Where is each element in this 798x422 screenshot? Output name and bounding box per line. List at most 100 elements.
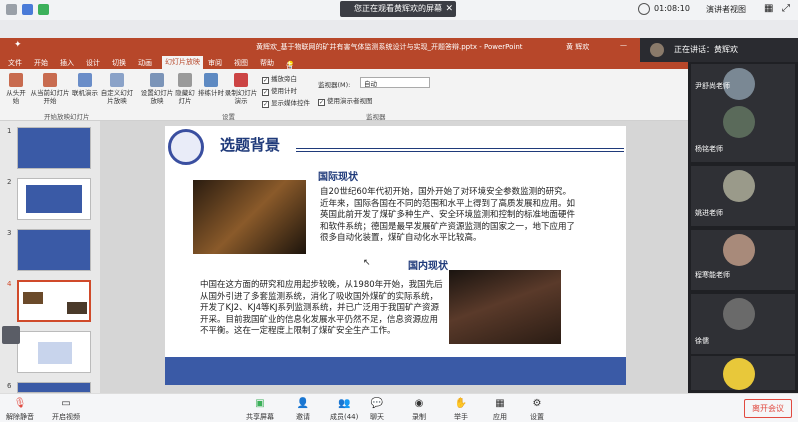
tab-review[interactable]: 审阅 bbox=[208, 58, 222, 68]
video-label: 开启视频 bbox=[52, 413, 80, 421]
close-icon[interactable]: ✕ bbox=[445, 1, 453, 17]
play-current-icon bbox=[43, 73, 57, 87]
info-icon[interactable] bbox=[6, 4, 17, 15]
online-present-button[interactable]: 联机演示 bbox=[72, 73, 98, 97]
shield-icon[interactable] bbox=[22, 4, 33, 15]
media-checkbox[interactable]: ✓ 显示媒体控件 bbox=[262, 97, 310, 108]
tab-view[interactable]: 视图 bbox=[234, 58, 248, 68]
user-name[interactable]: 黄 辉欢 bbox=[566, 42, 589, 52]
title-underline-2 bbox=[296, 151, 624, 152]
tab-help[interactable]: 帮助 bbox=[260, 58, 274, 68]
members-icon: 👥 bbox=[337, 398, 351, 409]
avatar bbox=[723, 106, 755, 138]
setup-icon bbox=[150, 73, 164, 87]
settings-button[interactable]: ⚙ 设置 bbox=[530, 398, 544, 422]
monitor-value: 自动 bbox=[364, 80, 377, 88]
participant-card[interactable]: 徐儒 bbox=[691, 294, 795, 354]
side-menu-icon[interactable] bbox=[2, 326, 20, 344]
participant-name: 杨铭老师 bbox=[695, 145, 723, 153]
from-current-label: 从当前幻灯片开始 bbox=[30, 89, 70, 105]
narration-checkbox[interactable]: ✓ 播放旁白 bbox=[262, 73, 297, 84]
thumbnail-slide-1[interactable] bbox=[17, 127, 91, 169]
thumb-number: 4 bbox=[7, 280, 12, 288]
tab-transitions[interactable]: 切换 bbox=[112, 58, 126, 68]
setup-show-button[interactable]: 设置幻灯片放映 bbox=[140, 73, 174, 105]
tab-slideshow[interactable]: 幻灯片放映 bbox=[162, 56, 203, 69]
tab-design[interactable]: 设计 bbox=[86, 58, 100, 68]
check-icon: ✓ bbox=[318, 99, 325, 106]
participant-card[interactable] bbox=[691, 356, 795, 390]
thumb-number: 3 bbox=[7, 229, 12, 237]
start-video-button[interactable]: ▭ 开启视频 bbox=[52, 398, 80, 422]
slide-thumbnail-pane: 1 2 3 4 5 6 bbox=[0, 121, 100, 393]
hide-label: 隐藏幻灯片 bbox=[175, 89, 195, 105]
participant-card[interactable]: 程寒能老师 bbox=[691, 230, 795, 290]
check-icon: ✓ bbox=[262, 77, 269, 84]
invite-label: 邀请 bbox=[296, 413, 310, 421]
minimize-icon[interactable]: — bbox=[620, 41, 627, 49]
share-screen-button[interactable]: ▣ 共享屏幕 bbox=[246, 398, 274, 422]
chat-button[interactable]: 💬 聊天 bbox=[370, 398, 384, 422]
share-banner: 您正在观看黄辉欢的屏幕 ✕ bbox=[340, 1, 456, 17]
thumbnail-slide-5[interactable] bbox=[17, 331, 91, 373]
group-start-label: 开始放映幻灯片 bbox=[44, 113, 90, 121]
signal-icon[interactable] bbox=[38, 4, 49, 15]
online-label: 联机演示 bbox=[72, 89, 98, 97]
timing-checkbox[interactable]: ✓ 使用计时 bbox=[262, 85, 297, 96]
share-banner-text: 您正在观看黄辉欢的屏幕 bbox=[354, 4, 442, 13]
thumbnail-slide-2[interactable] bbox=[17, 178, 91, 220]
tab-animations[interactable]: 动画 bbox=[138, 58, 152, 68]
fullscreen-icon[interactable]: ⤢ bbox=[782, 3, 790, 14]
globe-icon bbox=[78, 73, 92, 87]
from-start-button[interactable]: 从头开始 bbox=[4, 73, 28, 105]
avatar bbox=[723, 358, 755, 390]
apps-button[interactable]: ▦ 应用 bbox=[493, 398, 507, 422]
thumbnail-slide-4[interactable] bbox=[17, 280, 91, 322]
university-logo bbox=[168, 129, 204, 165]
tab-insert[interactable]: 插入 bbox=[60, 58, 74, 68]
members-button[interactable]: 👥 成员(44) bbox=[330, 398, 358, 422]
from-current-button[interactable]: 从当前幻灯片开始 bbox=[30, 73, 70, 105]
grid-icon[interactable]: ▦ bbox=[764, 3, 773, 14]
hand-icon: ✋ bbox=[454, 398, 468, 409]
meeting-timer: 01:08:10 bbox=[654, 4, 690, 13]
rehearse-button[interactable]: 排练计时 bbox=[198, 73, 224, 97]
custom-show-button[interactable]: 自定义幻灯片放映 bbox=[100, 73, 134, 105]
thumb-number: 6 bbox=[7, 382, 12, 390]
record-icon bbox=[234, 73, 248, 87]
invite-button[interactable]: 👤 邀请 bbox=[296, 398, 310, 422]
mine-tunnel-photo bbox=[193, 180, 306, 254]
custom-label: 自定义幻灯片放映 bbox=[100, 89, 134, 105]
thumbnail-slide-6[interactable] bbox=[17, 382, 91, 393]
tab-file[interactable]: 文件 bbox=[8, 58, 22, 68]
timing-label: 使用计时 bbox=[271, 87, 297, 95]
share-icon: ▣ bbox=[255, 398, 265, 409]
participant-card[interactable]: 杨铭老师 bbox=[691, 102, 795, 162]
record-button[interactable]: ◉ 录制 bbox=[412, 398, 426, 422]
ribbon-tabs: 文件 开始 插入 设计 切换 动画 幻灯片放映 审阅 视图 帮助 💡 告诉我你想… bbox=[0, 55, 688, 150]
participant-card[interactable]: 姚进老师 bbox=[691, 166, 795, 226]
record-show-button[interactable]: 录制幻灯片演示 bbox=[224, 73, 258, 105]
slide-title: 选题背景 bbox=[220, 136, 281, 154]
timer-icon bbox=[204, 73, 218, 87]
mic-muted-icon: 🎙 bbox=[13, 398, 27, 409]
play-icon bbox=[9, 73, 23, 87]
hide-slide-button[interactable]: 隐藏幻灯片 bbox=[174, 73, 196, 105]
presenter-view-button[interactable]: 演讲者视图 bbox=[706, 4, 746, 15]
thumbnail-slide-3[interactable] bbox=[17, 229, 91, 271]
current-slide[interactable] bbox=[165, 126, 626, 385]
participant-name: 姚进老师 bbox=[695, 209, 723, 217]
chat-icon: 💬 bbox=[370, 398, 384, 409]
leave-meeting-button[interactable]: 离开会议 bbox=[744, 399, 792, 418]
setup-label: 设置幻灯片放映 bbox=[140, 89, 174, 105]
meeting-toolbar: 🎙 解除静音 ▭ 开启视频 ▣ 共享屏幕 👤 邀请 👥 成员(44) 💬 聊天 ◉ 录制 ✋ 举… bbox=[0, 393, 798, 422]
raise-hand-button[interactable]: ✋ 举手 bbox=[454, 398, 468, 422]
share-label: 共享屏幕 bbox=[246, 413, 274, 421]
unmute-button[interactable]: 🎙 解除静音 bbox=[6, 398, 34, 422]
record-icon: ◉ bbox=[414, 398, 424, 409]
tab-home[interactable]: 开始 bbox=[34, 58, 48, 68]
monitor-select[interactable]: 自动 bbox=[360, 77, 430, 88]
narration-label: 播放旁白 bbox=[271, 75, 297, 83]
presenter-view-checkbox[interactable]: ✓ 使用演示者视图 bbox=[318, 95, 373, 106]
subtitle-domestic: 国内现状 bbox=[408, 261, 448, 272]
